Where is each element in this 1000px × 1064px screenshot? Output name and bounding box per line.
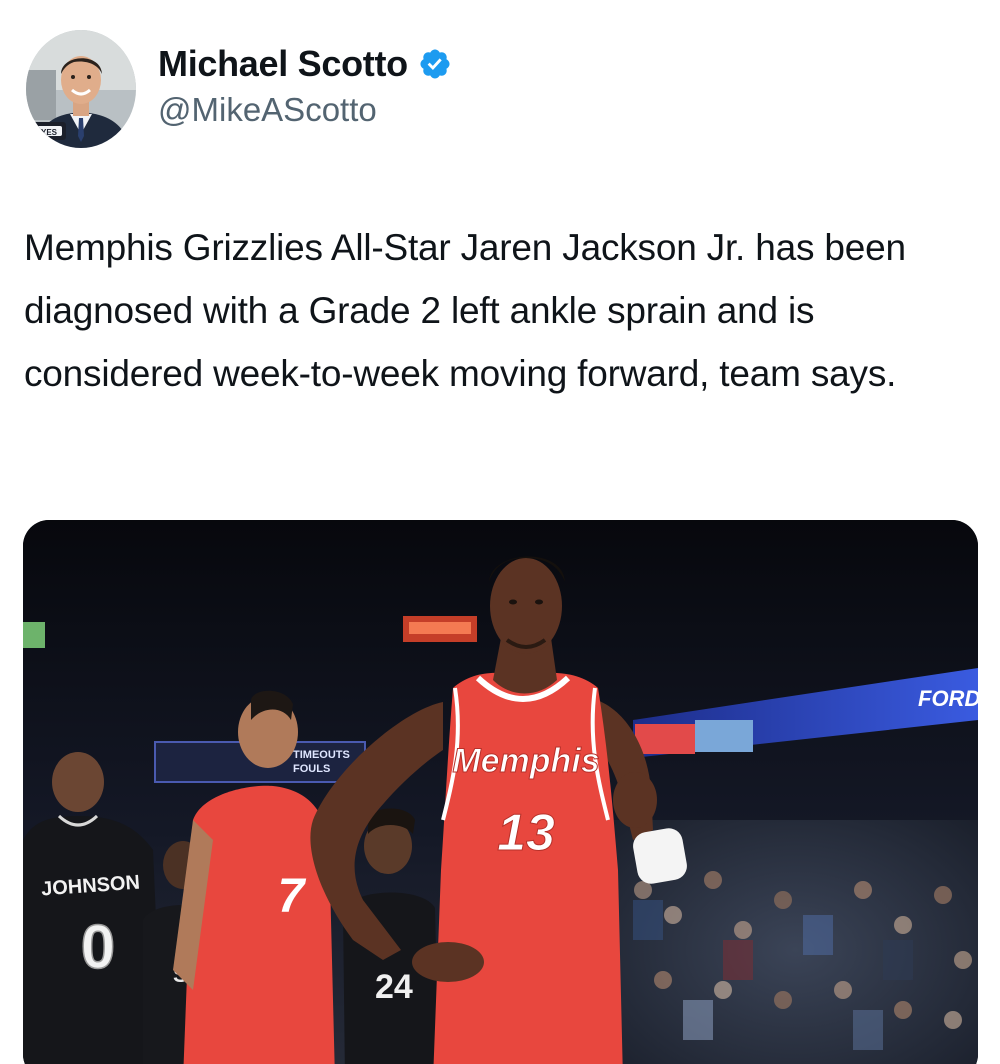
scoreboard-fouls-text: FOULS <box>293 763 330 775</box>
jersey-front-text: Memphis <box>452 742 599 780</box>
name-row: Michael Scotto <box>158 42 452 86</box>
verified-badge-icon[interactable] <box>418 47 452 81</box>
tweet-card: YES Michael Scotto @MikeAScotto Memphis … <box>0 0 1000 1064</box>
tweet-text: Memphis Grizzlies All-Star Jaren Jackson… <box>24 227 906 394</box>
arena-sign-text: FORD <box>918 686 978 711</box>
author-display-name[interactable]: Michael Scotto <box>158 42 408 86</box>
teammate-number-text: 7 <box>278 870 307 923</box>
avatar-badge-text: YES <box>41 128 58 137</box>
profile-photo-icon: YES <box>26 30 136 148</box>
author-handle[interactable]: @MikeAScotto <box>158 88 452 132</box>
author-avatar[interactable]: YES <box>26 30 136 148</box>
scoreboard-timeouts-text: TIMEOUTS <box>293 749 350 761</box>
tweet-media-photo[interactable]: FORD TIMEOUTS FOULS JOHNSON 0 7 24 Memph… <box>23 520 978 1064</box>
author-names: Michael Scotto @MikeAScotto <box>158 42 452 132</box>
tweet-header: YES Michael Scotto @MikeAScotto <box>26 30 452 148</box>
opponent-number-text: 0 <box>81 913 115 982</box>
opponent2-number-text: 24 <box>375 968 413 1006</box>
basketball-photo: FORD TIMEOUTS FOULS JOHNSON 0 7 24 Memph… <box>23 520 978 1064</box>
jersey-number-text: 13 <box>497 804 555 862</box>
